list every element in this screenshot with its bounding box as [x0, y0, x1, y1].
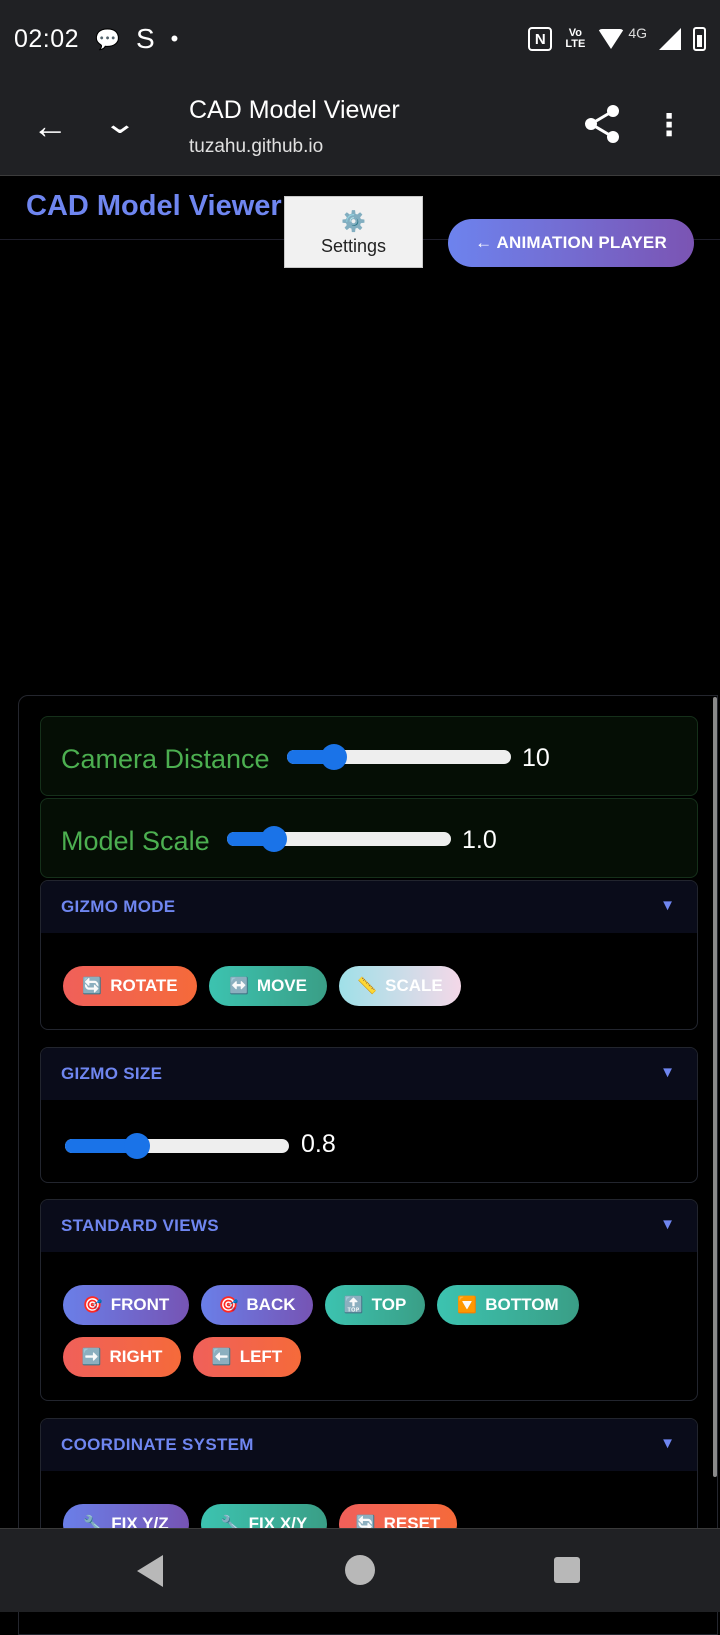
standard-views-toggle-icon[interactable]: ▼ [660, 1216, 675, 1233]
browser-url[interactable]: tuzahu.github.io [189, 136, 323, 158]
camera-distance-slider-thumb[interactable] [321, 744, 348, 770]
model-scale-label: Model Scale [61, 826, 210, 856]
view-top-button[interactable]: 🔝 TOP [325, 1285, 425, 1325]
left-arrow-icon: ⬅️ [211, 1349, 232, 1366]
target-icon: 🎯 [218, 1297, 239, 1314]
s-app-icon: S [135, 23, 155, 54]
scale-label: SCALE [385, 976, 443, 995]
chat-bubble-icon: 💬 [95, 28, 120, 51]
view-bottom-label: BOTTOM [485, 1295, 559, 1314]
down-triangle-icon: 🔽 [457, 1297, 478, 1314]
animation-player-button[interactable]: ← ANIMATION PLAYER [448, 219, 694, 267]
network-type-label: 4G [628, 25, 647, 41]
standard-views-section: STANDARD VIEWS ▼ 🎯 FRONT 🎯 BACK 🔝 TOP 🔽 BOTT… [40, 1199, 698, 1401]
dot-icon: • [170, 26, 179, 51]
gizmo-size-section: GIZMO SIZE ▼ 0.8 [40, 1047, 698, 1183]
model-scale-row: Model Scale 1.0 [40, 798, 698, 878]
view-left-button[interactable]: ⬅️ LEFT [193, 1337, 301, 1377]
notification-icons: 💬 S • [95, 23, 178, 55]
camera-distance-slider[interactable] [287, 744, 511, 770]
model-scale-value: 1.0 [462, 826, 497, 854]
signal-icon [659, 28, 681, 50]
view-bottom-button[interactable]: 🔽 BOTTOM [437, 1285, 579, 1325]
camera-distance-label: Camera Distance [61, 744, 270, 774]
nav-recents-icon[interactable] [554, 1557, 580, 1583]
wifi-icon [598, 29, 625, 49]
top-arrow-icon: 🔝 [343, 1297, 364, 1314]
gizmo-mode-toggle-icon[interactable]: ▼ [660, 897, 675, 914]
coordinate-system-title: COORDINATE SYSTEM [61, 1435, 254, 1454]
view-left-label: LEFT [239, 1347, 283, 1366]
gizmo-mode-title: GIZMO MODE [61, 897, 176, 916]
view-top-label: TOP [371, 1295, 407, 1314]
gizmo-size-header[interactable]: GIZMO SIZE ▼ [41, 1048, 697, 1100]
back-arrow-icon[interactable]: ← [30, 106, 70, 146]
system-icons: N Vo LTE 4G [528, 25, 706, 51]
gizmo-size-toggle-icon[interactable]: ▼ [660, 1064, 675, 1081]
gear-icon: ⚙️ [341, 211, 366, 233]
fix-xy-button[interactable]: 🔧 FIX X/Y [201, 1504, 327, 1528]
coordinate-system-header[interactable]: COORDINATE SYSTEM ▼ [41, 1419, 697, 1471]
battery-charging-icon [693, 27, 706, 51]
target-icon: 🎯 [82, 1297, 103, 1314]
scale-button[interactable]: 📏 SCALE [339, 966, 461, 1006]
more-options-icon[interactable]: ⋮ [654, 106, 684, 146]
gizmo-size-slider-thumb[interactable] [123, 1133, 150, 1159]
camera-distance-row: Camera Distance 10 [40, 716, 698, 796]
wrench-icon: 🔧 [83, 1516, 104, 1528]
browser-page-title: CAD Model Viewer [189, 96, 400, 124]
fix-yz-button[interactable]: 🔧 FIX Y/Z [63, 1504, 189, 1528]
system-nav-bar [0, 1528, 720, 1612]
reset-label: RESET [383, 1514, 441, 1528]
reset-icon: 🔄 [355, 1516, 376, 1528]
model-scale-slider-thumb[interactable] [261, 826, 288, 852]
share-icon[interactable] [580, 102, 624, 146]
rotate-label: ROTATE [110, 976, 178, 995]
chevron-down-icon[interactable]: ⌄ [92, 104, 148, 144]
move-label: MOVE [256, 976, 307, 995]
browser-toolbar: ← ⌄ CAD Model Viewer tuzahu.github.io ⋮ [0, 78, 720, 176]
coordinate-system-section: COORDINATE SYSTEM ▼ 🔧 FIX Y/Z 🔧 FIX X/Y 🔄 R… [40, 1418, 698, 1528]
gizmo-mode-header[interactable]: GIZMO MODE ▼ [41, 881, 697, 933]
gizmo-mode-section: GIZMO MODE ▼ 🔄 ROTATE ↔️ MOVE 📏 SCALE [40, 880, 698, 1030]
gizmo-size-slider[interactable] [65, 1133, 289, 1159]
coordinate-system-toggle-icon[interactable]: ▼ [660, 1435, 675, 1452]
standard-views-title: STANDARD VIEWS [61, 1216, 219, 1235]
settings-button[interactable]: ⚙️ Settings [284, 196, 423, 268]
gizmo-size-value: 0.8 [301, 1130, 336, 1158]
view-back-button[interactable]: 🎯 BACK [201, 1285, 313, 1325]
view-right-label: RIGHT [109, 1347, 163, 1366]
ruler-icon: 📏 [357, 978, 378, 995]
nav-home-icon[interactable] [345, 1555, 375, 1585]
status-bar: 02:02 💬 S • N Vo LTE 4G [0, 0, 720, 78]
view-back-label: BACK [246, 1295, 296, 1314]
rotate-icon: 🔄 [82, 978, 103, 995]
view-right-button[interactable]: ➡️ RIGHT [63, 1337, 181, 1377]
fix-yz-label: FIX Y/Z [111, 1514, 169, 1528]
rotate-button[interactable]: 🔄 ROTATE [63, 966, 197, 1006]
move-button[interactable]: ↔️ MOVE [209, 966, 327, 1006]
view-front-button[interactable]: 🎯 FRONT [63, 1285, 189, 1325]
fix-xy-label: FIX X/Y [248, 1514, 308, 1528]
standard-views-header[interactable]: STANDARD VIEWS ▼ [41, 1200, 697, 1252]
reset-button[interactable]: 🔄 RESET [339, 1504, 457, 1528]
panel-scrollbar[interactable] [713, 697, 717, 1477]
view-front-label: FRONT [110, 1295, 170, 1314]
gizmo-size-title: GIZMO SIZE [61, 1064, 163, 1083]
volte-icon: Vo LTE [565, 27, 586, 50]
nfc-icon: N [528, 27, 553, 51]
model-scale-slider[interactable] [227, 826, 451, 852]
right-arrow-icon: ➡️ [81, 1349, 102, 1366]
move-icon: ↔️ [229, 978, 249, 995]
settings-label: Settings [320, 236, 387, 256]
page-title: CAD Model Viewer [26, 190, 282, 222]
wrench-icon: 🔧 [220, 1516, 241, 1528]
nav-back-icon[interactable] [137, 1555, 163, 1587]
status-time: 02:02 [14, 24, 80, 53]
camera-distance-value: 10 [522, 744, 550, 772]
